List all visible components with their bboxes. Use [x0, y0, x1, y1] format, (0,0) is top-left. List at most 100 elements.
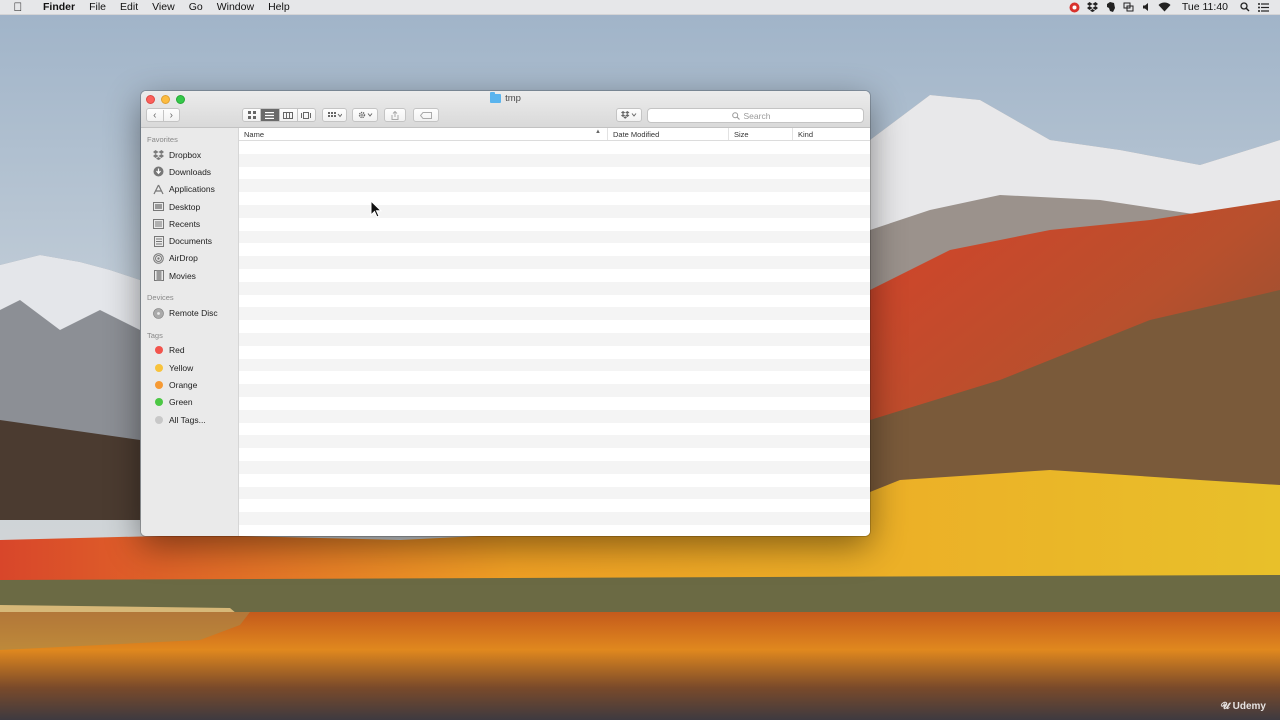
evernote-icon[interactable] [1102, 0, 1120, 15]
empty-row [239, 460, 870, 474]
record-icon[interactable] [1066, 0, 1084, 15]
apple-menu-icon[interactable]:  [0, 0, 36, 14]
menu-window[interactable]: Window [210, 0, 261, 15]
finder-window: tmp ‹ › Search Favorites Dropbox Downloa… [141, 91, 870, 536]
titlebar[interactable]: tmp ‹ › [141, 91, 870, 128]
red-tag-dot-icon [155, 346, 163, 355]
sort-ascending-icon: ▲ [595, 129, 601, 135]
share-icon [391, 110, 399, 120]
menu-view[interactable]: View [145, 0, 182, 15]
menu-help[interactable]: Help [261, 0, 297, 15]
display-icon[interactable] [1120, 0, 1138, 15]
empty-row [239, 320, 870, 333]
sidebar-item-label: Desktop [169, 201, 201, 212]
list-view-button[interactable] [260, 109, 279, 121]
sidebar-item-documents[interactable]: Documents [141, 232, 238, 249]
sidebar-tag-yellow[interactable]: Yellow [141, 359, 238, 376]
empty-row [239, 230, 870, 244]
downloads-icon [153, 166, 164, 177]
column-header-size[interactable]: Size [728, 128, 792, 140]
empty-row [239, 512, 870, 525]
empty-row [239, 346, 870, 359]
share-button[interactable] [384, 108, 406, 122]
window-title: tmp [141, 92, 870, 104]
status-area: Tue 11:40 [1066, 0, 1280, 15]
column-header-name[interactable]: Name ▲ [239, 128, 607, 140]
empty-row [239, 499, 870, 512]
desktop-icon [153, 201, 164, 212]
menu-finder[interactable]: Finder [36, 0, 82, 15]
sidebar-tag-all[interactable]: All Tags... [141, 411, 238, 428]
menu-go[interactable]: Go [182, 0, 210, 15]
sidebar-item-dropbox[interactable]: Dropbox [141, 146, 238, 163]
empty-row [239, 141, 870, 154]
column-view-icon [283, 111, 294, 119]
airdrop-icon [153, 253, 164, 264]
arrange-button[interactable] [322, 108, 347, 122]
sidebar-item-label: All Tags... [169, 414, 206, 425]
empty-row [239, 218, 870, 231]
view-mode-group [242, 108, 316, 122]
green-tag-dot-icon [155, 398, 163, 407]
empty-row [239, 153, 870, 167]
sidebar-tag-orange[interactable]: Orange [141, 376, 238, 393]
dropbox-icon[interactable] [1084, 0, 1102, 15]
gear-dropdown-icon [358, 111, 372, 119]
menu-file[interactable]: File [82, 0, 113, 15]
sidebar-header-devices: Devices [147, 293, 174, 303]
chevron-left-icon: ‹ [153, 109, 157, 121]
sidebar-tag-red[interactable]: Red [141, 342, 238, 359]
sidebar-item-label: Red [169, 345, 185, 356]
notification-center-icon[interactable] [1254, 0, 1272, 15]
file-list[interactable]: Name ▲ Date Modified Size Kind [239, 128, 870, 536]
remote-disc-icon [153, 307, 164, 319]
wifi-icon[interactable] [1156, 0, 1174, 15]
udemy-logo-icon: 𝓤 [1220, 701, 1230, 712]
sidebar-item-label: Dropbox [169, 149, 202, 160]
spotlight-icon[interactable] [1236, 0, 1254, 15]
gallery-view-button[interactable] [296, 109, 315, 121]
empty-row [239, 486, 870, 500]
search-input[interactable] [743, 110, 780, 121]
search-icon [731, 111, 740, 120]
sidebar-tag-green[interactable]: Green [141, 394, 238, 411]
column-header-date-modified[interactable]: Date Modified [607, 128, 728, 140]
column-header-kind[interactable]: Kind [792, 128, 870, 140]
column-view-button[interactable] [278, 109, 297, 121]
empty-row [239, 256, 870, 269]
menu-edit[interactable]: Edit [113, 0, 145, 15]
back-button[interactable]: ‹ [147, 110, 163, 121]
action-button[interactable] [352, 108, 378, 122]
tag-icon [420, 111, 432, 119]
icon-view-button[interactable] [243, 109, 260, 121]
sidebar-item-label: Recents [169, 218, 201, 229]
grid-dropdown-icon [327, 111, 342, 117]
window-title-text: tmp [505, 93, 521, 104]
search-field[interactable] [647, 108, 864, 123]
sidebar-item-recents[interactable]: Recents [141, 215, 238, 232]
applications-icon [153, 184, 164, 195]
sidebar-item-label: Documents [169, 236, 212, 247]
folder-icon [490, 92, 502, 103]
sidebar-item-label: Remote Disc [169, 308, 218, 319]
sidebar-item-desktop[interactable]: Desktop [141, 198, 238, 215]
empty-row [239, 358, 870, 372]
icon-view-icon [247, 111, 256, 119]
column-header-label: Name [244, 129, 265, 139]
forward-button[interactable]: › [162, 109, 180, 121]
volume-icon[interactable] [1138, 0, 1156, 15]
sidebar-item-downloads[interactable]: Downloads [141, 163, 238, 180]
sidebar-item-airdrop[interactable]: AirDrop [141, 250, 238, 267]
tag-button[interactable] [413, 108, 439, 122]
sidebar-item-remote-disc[interactable]: Remote Disc [141, 304, 238, 321]
dropbox-toolbar-button[interactable] [616, 108, 642, 122]
all-tags-dot-icon [155, 415, 163, 424]
back-forward-group: ‹ › [146, 108, 180, 122]
empty-row [239, 192, 870, 205]
column-header-label: Size [734, 129, 749, 139]
sidebar-item-applications[interactable]: Applications [141, 181, 238, 198]
empty-row [239, 281, 870, 295]
clock[interactable]: Tue 11:40 [1174, 1, 1236, 13]
empty-row [239, 269, 870, 282]
sidebar-item-movies[interactable]: Movies [141, 267, 238, 284]
